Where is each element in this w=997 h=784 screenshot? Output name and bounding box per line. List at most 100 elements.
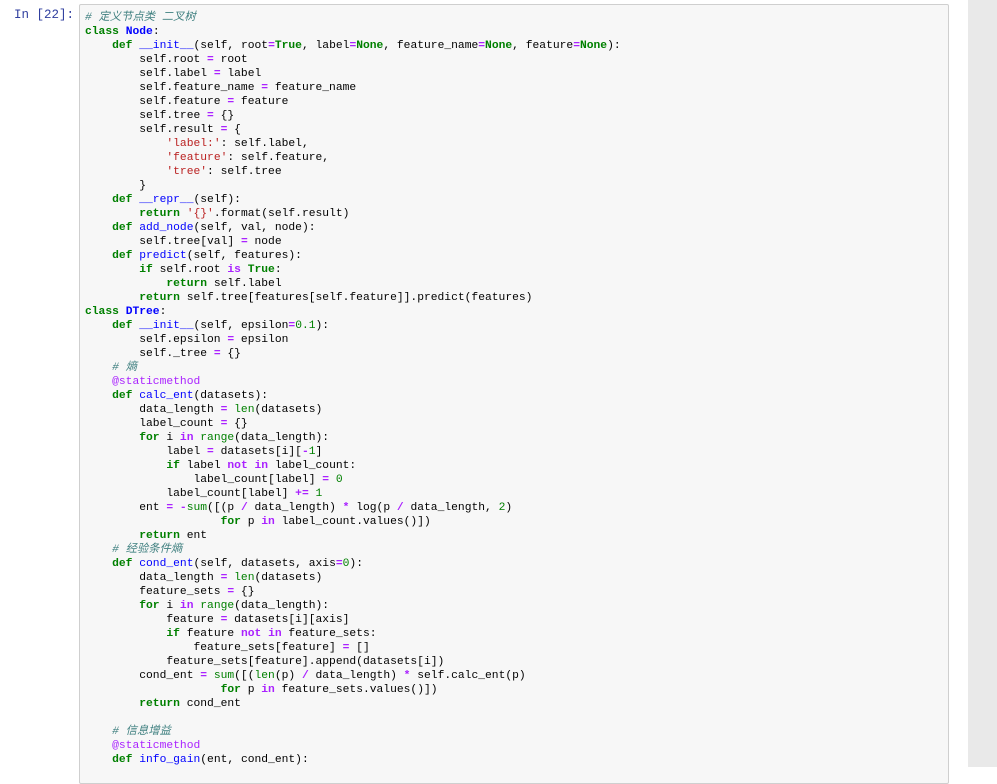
code-token: =	[213, 348, 221, 360]
code-token: class	[85, 26, 119, 38]
code-token: in	[254, 460, 269, 472]
code-token: return	[139, 530, 180, 542]
code-line: return ent	[85, 529, 621, 543]
code-token: label	[179, 460, 228, 472]
code-token: =	[207, 110, 214, 122]
code-area[interactable]: # 定义节点类 二叉树 class Node: def __init__(self…	[85, 11, 621, 767]
code-token: self.feature_name	[85, 82, 262, 94]
code-token: for	[220, 684, 241, 696]
code-token: p	[240, 684, 262, 696]
code-token: (self, epsilon	[193, 320, 289, 332]
code-token: self.root	[85, 54, 208, 66]
page-scroll-gutter[interactable]	[968, 0, 997, 767]
code-token: ent	[179, 530, 208, 542]
code-token: cond_ent	[179, 698, 241, 710]
code-line: 'tree': self.tree	[85, 165, 621, 179]
code-token: =	[207, 54, 214, 66]
code-token: def	[112, 390, 133, 402]
code-token: 'label:'	[166, 138, 221, 150]
code-token: 0	[335, 474, 343, 486]
code-token: feature_sets[feature]	[85, 642, 343, 654]
code-token: =	[213, 68, 221, 80]
code-token: self.tree	[85, 110, 208, 122]
code-token: def	[112, 250, 133, 262]
code-token: }	[85, 180, 147, 192]
code-token: 'tree'	[166, 166, 208, 178]
code-token: ent	[85, 502, 167, 514]
code-line: for i in range(data_length):	[85, 431, 621, 445]
code-token: label_count[label]	[85, 474, 323, 486]
code-token: return	[139, 208, 180, 220]
code-line: self.tree = {}	[85, 109, 621, 123]
code-token: i	[159, 600, 180, 612]
code-token: feature_sets.values()])	[274, 684, 438, 696]
code-token: class	[85, 306, 119, 318]
code-token: node	[247, 236, 282, 248]
code-token: ]	[315, 446, 323, 458]
code-token: feature_sets:	[281, 628, 377, 640]
code-token: []	[349, 642, 370, 654]
code-token: __repr__	[139, 194, 194, 206]
code-token: len	[254, 670, 275, 682]
code-cell-editor[interactable]: # 定义节点类 二叉树 class Node: def __init__(self…	[79, 4, 949, 784]
code-token: data_length	[85, 572, 221, 584]
code-token: :	[159, 306, 167, 318]
code-token: p	[240, 516, 262, 528]
code-token: (datasets)	[254, 404, 323, 416]
code-token: =	[268, 40, 275, 52]
code-token: label	[220, 68, 262, 80]
code-token: info_gain	[139, 754, 201, 766]
code-line: @staticmethod	[85, 739, 621, 753]
code-token: /	[396, 502, 404, 514]
code-token: feature	[85, 614, 221, 626]
code-token: {}	[234, 586, 255, 598]
code-line: return self.tree[features[self.feature]]…	[85, 291, 621, 305]
code-token: /	[240, 502, 248, 514]
cell-input-prompt: In [22]:	[13, 8, 74, 22]
code-token: predict	[139, 250, 187, 262]
code-token: def	[112, 320, 133, 332]
code-line: self.epsilon = epsilon	[85, 333, 621, 347]
code-token: not	[227, 460, 248, 472]
code-token: data_length)	[247, 502, 343, 514]
code-line: # 信息增益	[85, 725, 621, 739]
code-line: # 经验条件熵	[85, 543, 621, 557]
code-line: return self.label	[85, 277, 621, 291]
code-token: {	[227, 124, 241, 136]
code-token: label_count:	[268, 460, 357, 472]
code-token: __init__	[139, 40, 194, 52]
code-line: class DTree:	[85, 305, 621, 319]
code-token: in	[179, 432, 194, 444]
code-token: -	[301, 446, 309, 458]
code-line: cond_ent = sum([(len(p) / data_length) *…	[85, 669, 621, 683]
code-token: self.feature	[85, 96, 228, 108]
code-token: ):	[349, 558, 363, 570]
code-line: class Node:	[85, 25, 621, 39]
code-line: feature_sets[feature] = []	[85, 641, 621, 655]
code-token: # 信息增益	[112, 726, 171, 738]
code-token: self.result	[85, 124, 221, 136]
code-token: {}	[227, 418, 248, 430]
code-line: def info_gain(ent, cond_ent):	[85, 753, 621, 767]
code-line: 'label:': self.label,	[85, 137, 621, 151]
code-token: =	[335, 558, 343, 570]
code-token: , label	[301, 40, 350, 52]
code-token: -	[179, 502, 187, 514]
code-token: =	[200, 670, 208, 682]
code-token: add_node	[139, 222, 194, 234]
code-token: ([(	[234, 670, 255, 682]
code-token: self.label	[85, 68, 214, 80]
